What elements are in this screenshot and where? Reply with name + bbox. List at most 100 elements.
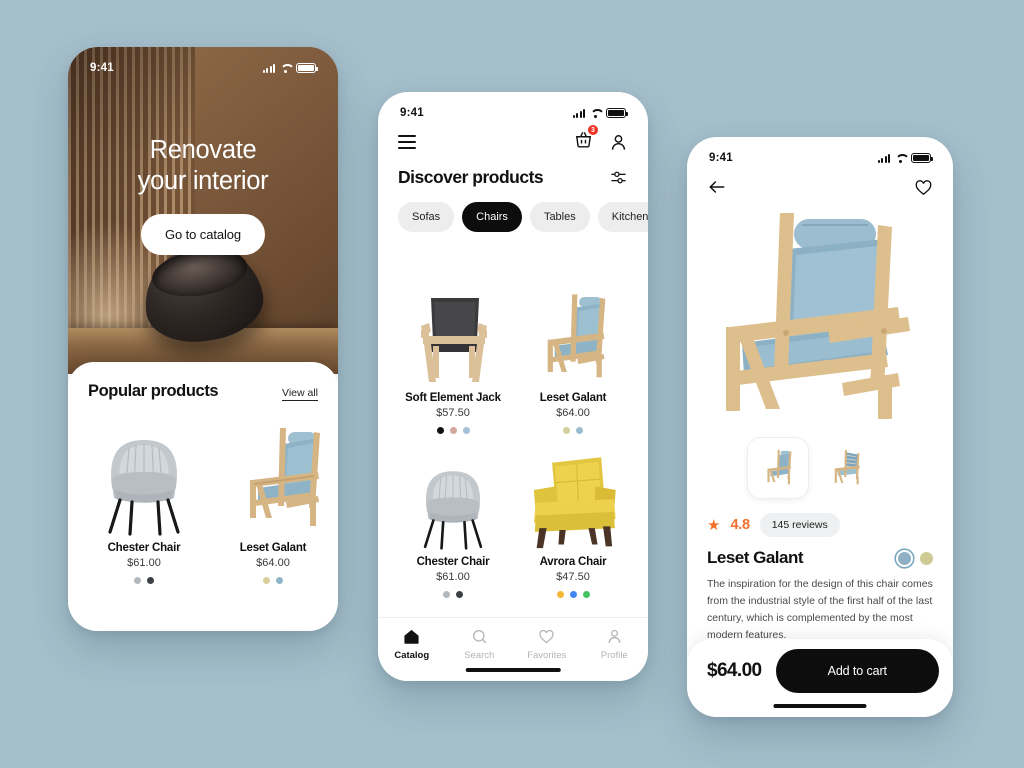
search-icon (446, 627, 514, 646)
status-indicators (262, 63, 318, 73)
cellular-signal-icon (262, 63, 275, 73)
status-bar: 9:41 (687, 137, 953, 171)
product-price: $61.00 (436, 571, 470, 583)
tab-search[interactable]: Search (446, 627, 514, 661)
leset-galant-thumb-front (767, 449, 792, 485)
wifi-icon (895, 154, 906, 163)
detail-app-bar (687, 171, 953, 197)
popular-products-header: Popular products View all (88, 382, 318, 401)
product-card[interactable]: Leset Galant $64.00 (518, 288, 628, 434)
color-dots (398, 591, 508, 598)
product-grid: Soft Element Jack $57.50 Leset Galant $6… (378, 288, 648, 598)
hero-title-line1: Renovate (149, 136, 257, 164)
person-icon[interactable] (609, 133, 628, 152)
heart-icon[interactable] (914, 178, 933, 197)
color-dot[interactable] (456, 591, 463, 598)
tab-label: Search (464, 650, 495, 661)
color-swatch[interactable] (920, 551, 933, 565)
color-dot[interactable] (563, 427, 570, 434)
tab-label: Favorites (527, 650, 567, 661)
color-dot[interactable] (462, 427, 470, 434)
status-time: 9:41 (400, 107, 424, 119)
product-card[interactable]: Chester Chair $61.00 (88, 411, 200, 584)
reviews-badge[interactable]: 145 reviews (759, 513, 840, 537)
hamburger-icon[interactable] (398, 135, 416, 149)
color-dot[interactable] (147, 577, 154, 584)
product-card[interactable]: Soft Element Jack $57.50 (398, 288, 508, 434)
product-price: $57.50 (436, 407, 470, 419)
category-chip-tables[interactable]: Tables (529, 202, 590, 232)
color-dot[interactable] (576, 427, 583, 434)
product-description: The inspiration for the design of this c… (707, 578, 933, 641)
color-swatch-selected[interactable] (898, 551, 911, 565)
thumbnail-selected[interactable] (747, 437, 809, 499)
color-dot[interactable] (582, 591, 590, 598)
product-image-leset-galant (518, 288, 628, 386)
color-dot[interactable] (569, 591, 577, 598)
product-name-row: Leset Galant (687, 537, 953, 568)
hero-title: Renovate your interior (68, 135, 338, 196)
hero-text-block: Renovate your interior Go to catalog (68, 135, 338, 256)
app-bar: 3 (378, 124, 648, 154)
color-dot[interactable] (263, 577, 270, 584)
product-card[interactable]: Leset Galant $64.00 (214, 411, 332, 584)
phone-product-detail-screen: 9:41 ★ 4.8 145 reviews Leset Galant The … (687, 137, 953, 717)
status-time: 9:41 (90, 62, 114, 74)
product-name: Leset Galant (707, 548, 804, 567)
category-chip-chairs[interactable]: Chairs (462, 202, 522, 232)
color-dot[interactable] (443, 591, 450, 598)
thumbnail-alternate[interactable] (815, 437, 877, 499)
leset-galant-large-illustration (726, 213, 910, 419)
page-title-row: Discover products (378, 154, 648, 188)
status-bar: 9:41 (378, 92, 648, 126)
rating-row: ★ 4.8 145 reviews (687, 499, 953, 537)
add-to-cart-button[interactable]: Add to cart (775, 649, 939, 693)
popular-products-sheet: Popular products View all Chester Chair … (68, 362, 338, 631)
color-dots (518, 427, 628, 434)
arrow-left-icon[interactable] (707, 177, 727, 197)
category-chip-kitchen[interactable]: Kitchen (597, 202, 648, 232)
cart-button[interactable]: 3 (574, 124, 599, 154)
product-price: $47.50 (556, 571, 590, 583)
category-chips: Sofas Chairs Tables Kitchen (378, 188, 648, 232)
color-dot[interactable] (436, 427, 444, 434)
color-dot[interactable] (134, 577, 141, 584)
home-indicator (465, 667, 561, 672)
go-to-catalog-button[interactable]: Go to catalog (140, 214, 266, 256)
tab-profile[interactable]: Profile (581, 627, 649, 661)
category-chip-sofas[interactable]: Sofas (398, 202, 455, 232)
chester-chair-illustration (108, 440, 180, 536)
color-dots (88, 577, 200, 584)
avrora-chair-illustration (533, 457, 616, 549)
person-icon (581, 627, 649, 646)
product-name: Leset Galant (239, 542, 307, 554)
product-grid-scroll[interactable]: Soft Element Jack $57.50 Leset Galant $6… (378, 288, 648, 617)
color-dot[interactable] (449, 427, 457, 434)
battery-icon (296, 63, 318, 73)
cellular-signal-icon (572, 108, 585, 118)
cart-badge: 3 (587, 124, 599, 136)
tab-catalog[interactable]: Catalog (378, 627, 446, 661)
product-card[interactable]: Chester Chair $61.00 (398, 452, 508, 598)
wifi-icon (590, 109, 601, 118)
rating-value: 4.8 (730, 517, 750, 533)
page-title: Discover products (398, 167, 544, 187)
tab-favorites[interactable]: Favorites (513, 627, 581, 661)
product-image-avrora-chair (518, 452, 628, 550)
view-all-link[interactable]: View all (282, 387, 318, 401)
filter-sliders-icon[interactable] (609, 168, 628, 187)
leset-galant-illustration (250, 428, 320, 526)
tab-label: Profile (600, 650, 628, 661)
tab-label: Catalog (394, 650, 430, 661)
product-hero-image[interactable] (687, 197, 953, 441)
home-icon (378, 627, 446, 646)
color-dot[interactable] (556, 591, 564, 598)
color-dots (518, 591, 628, 598)
product-name: Leset Galant (539, 392, 607, 404)
status-indicators (877, 153, 933, 163)
product-name: Avrora Chair (539, 556, 607, 568)
color-dot[interactable] (276, 577, 283, 584)
heart-icon (513, 627, 581, 646)
product-card[interactable]: Avrora Chair $47.50 (518, 452, 628, 598)
color-dots (214, 577, 332, 584)
